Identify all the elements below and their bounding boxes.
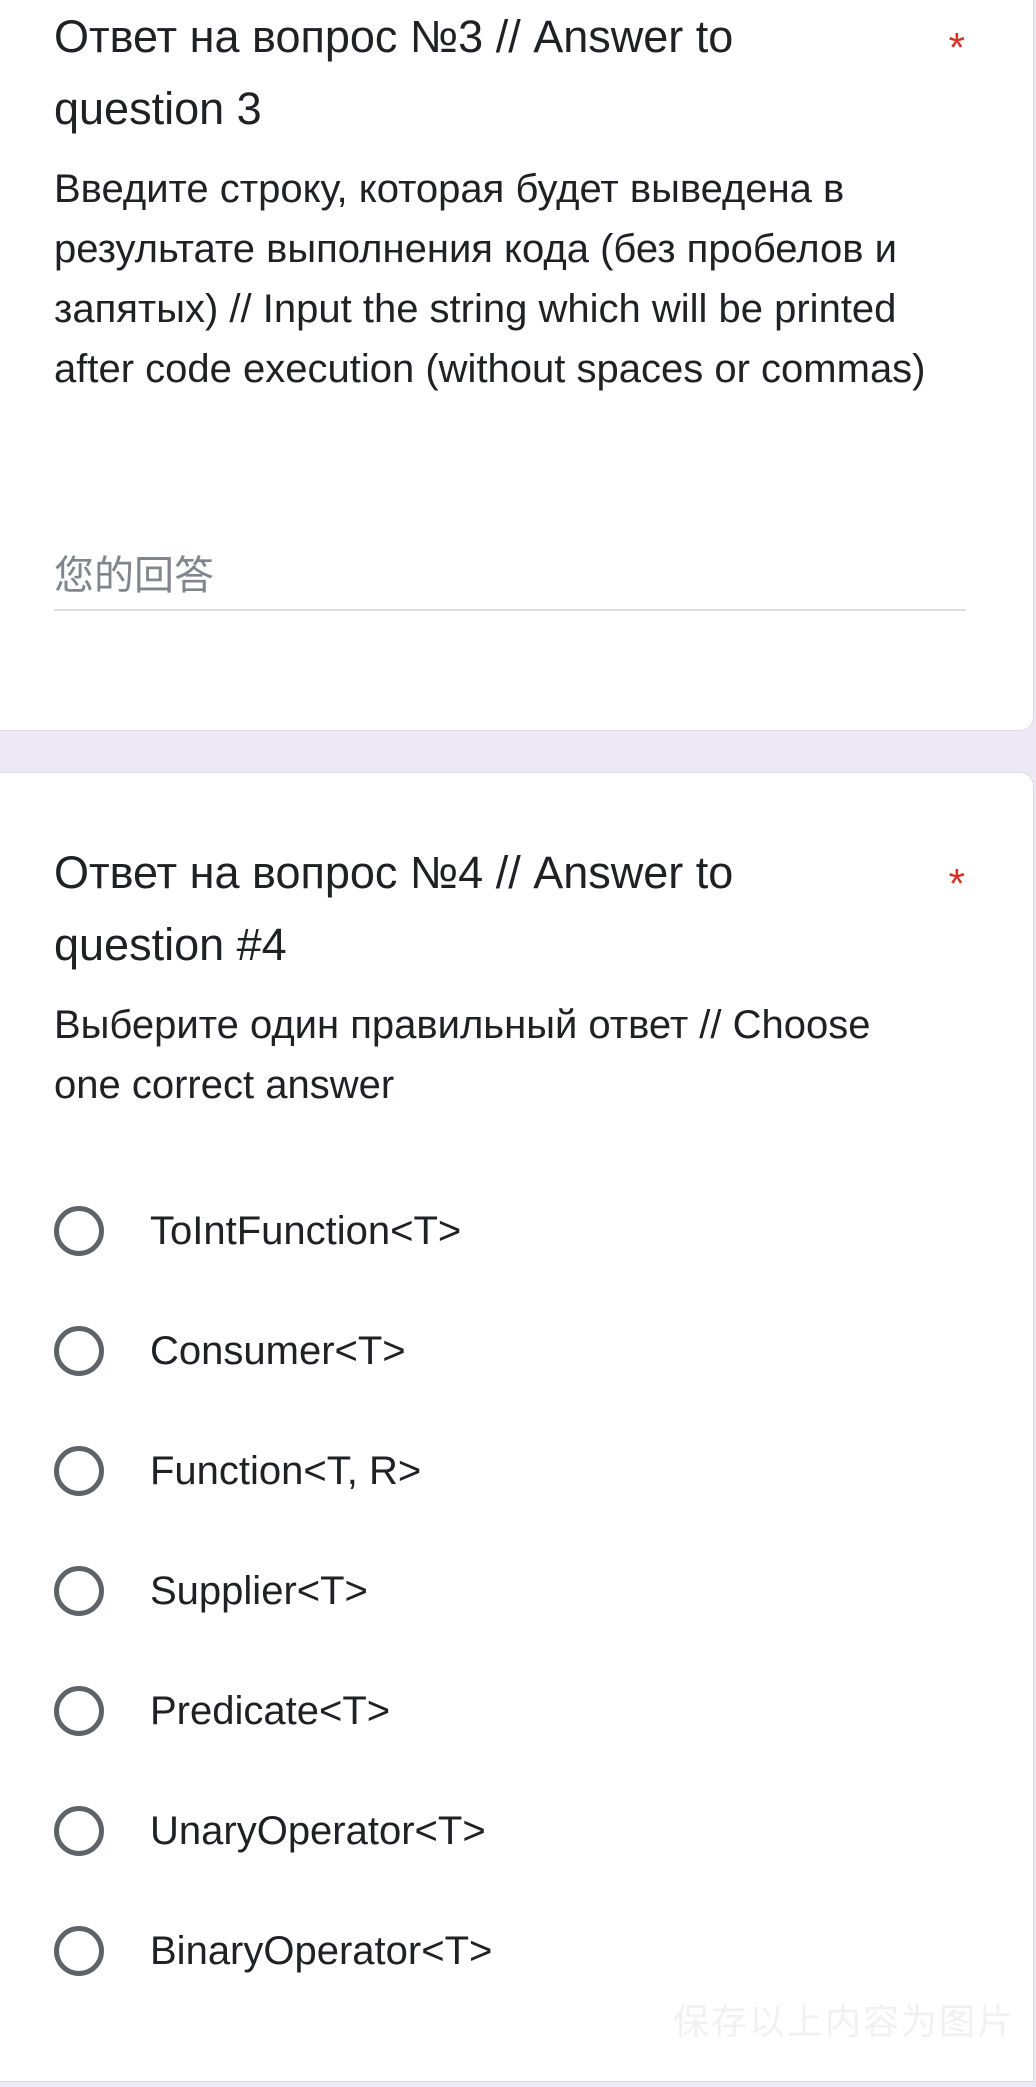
option-supplier[interactable]: Supplier<T> <box>54 1531 954 1651</box>
question-4-required-mark: * <box>948 860 965 907</box>
radio-unchecked-icon[interactable] <box>54 1566 104 1616</box>
question-4-card: Ответ на вопрос №4 // Answer to question… <box>0 772 1034 2082</box>
radio-unchecked-icon[interactable] <box>54 1446 104 1496</box>
radio-unchecked-icon[interactable] <box>54 1326 104 1376</box>
question-3-answer-input[interactable] <box>54 543 966 611</box>
option-label: Supplier<T> <box>150 1568 368 1613</box>
option-label: Consumer<T> <box>150 1328 406 1373</box>
option-label: BinaryOperator<T> <box>150 1928 493 1973</box>
radio-unchecked-icon[interactable] <box>54 1686 104 1736</box>
question-3-required-mark: * <box>948 24 965 71</box>
question-3-title: Ответ на вопрос №3 // Answer to question… <box>54 11 734 134</box>
question-4-options: ToIntFunction<T> Consumer<T> Function<T,… <box>54 1171 954 2011</box>
question-3-card: Ответ на вопрос №3 // Answer to question… <box>0 0 1034 731</box>
watermark-text: 保存以上内容为图片 <box>672 2002 1015 2043</box>
option-unaryoperator[interactable]: UnaryOperator<T> <box>54 1771 954 1891</box>
question-4-title: Ответ на вопрос №4 // Answer to question… <box>54 847 734 970</box>
option-consumer[interactable]: Consumer<T> <box>54 1291 954 1411</box>
radio-unchecked-icon[interactable] <box>54 1806 104 1856</box>
option-label: Function<T, R> <box>150 1448 422 1493</box>
question-3-description: Введите строку, которая будет выведена в… <box>54 167 926 391</box>
option-tointfunction[interactable]: ToIntFunction<T> <box>54 1171 954 1291</box>
radio-unchecked-icon[interactable] <box>54 1926 104 1976</box>
radio-unchecked-icon[interactable] <box>54 1206 104 1256</box>
option-label: UnaryOperator<T> <box>150 1808 486 1853</box>
option-function[interactable]: Function<T, R> <box>54 1411 954 1531</box>
option-predicate[interactable]: Predicate<T> <box>54 1651 954 1771</box>
option-label: ToIntFunction<T> <box>150 1208 462 1253</box>
option-label: Predicate<T> <box>150 1688 391 1733</box>
question-4-description: Выберите один правильный ответ // Choose… <box>54 1003 871 1107</box>
